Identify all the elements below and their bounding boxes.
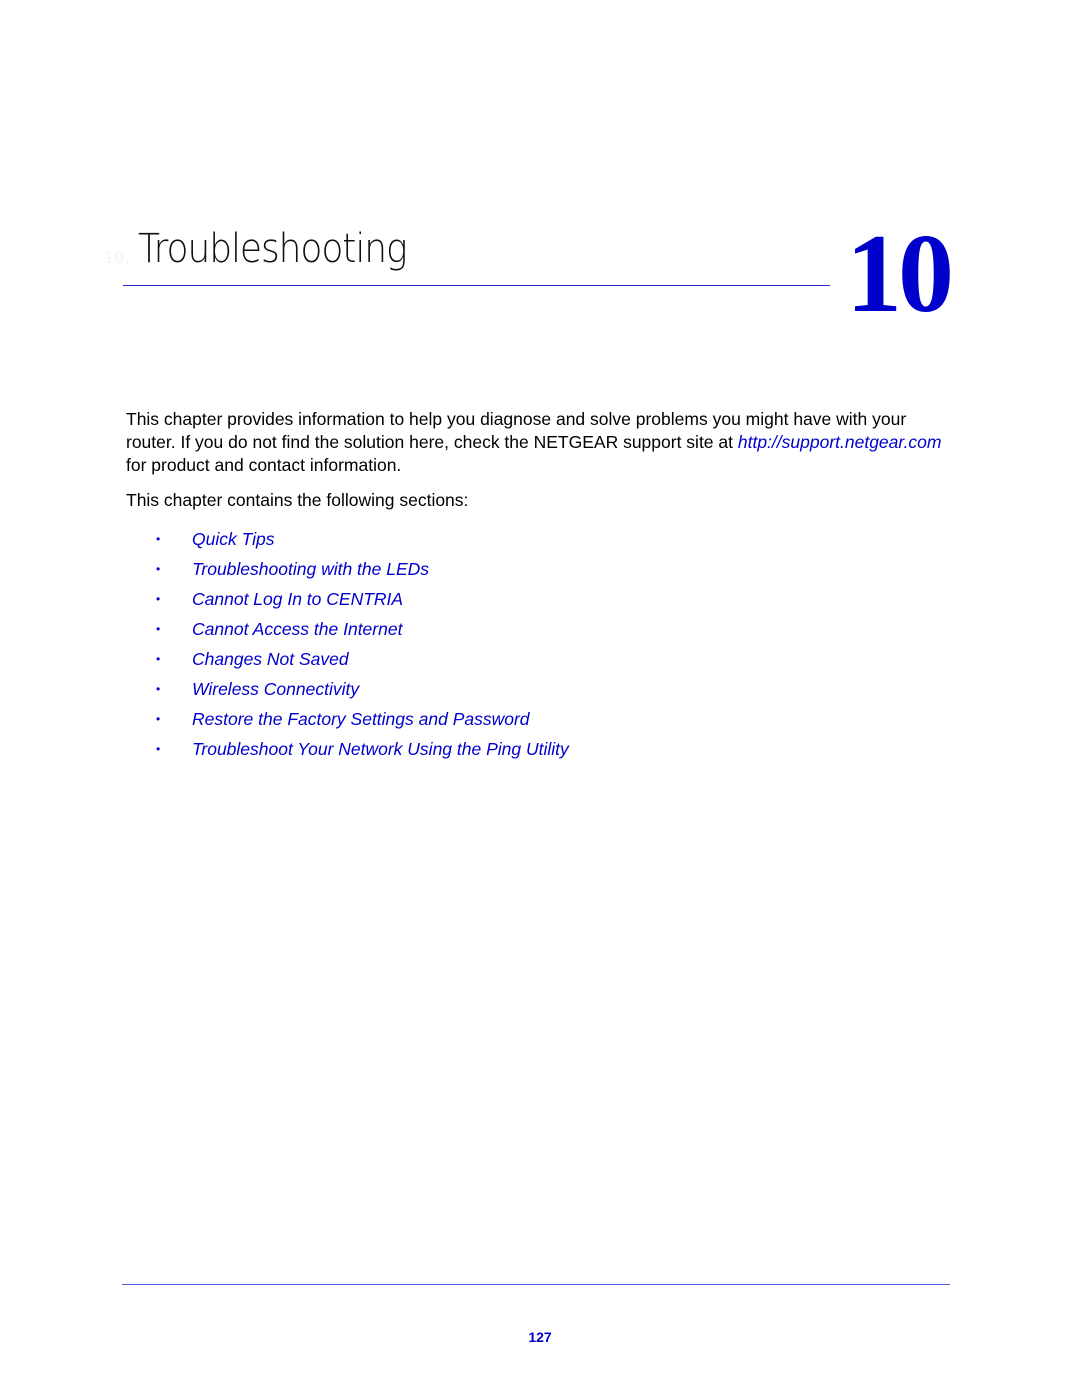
section-link-wireless-connectivity[interactable]: Wireless Connectivity bbox=[192, 679, 359, 700]
section-link-changes-not-saved[interactable]: Changes Not Saved bbox=[192, 649, 349, 670]
section-link-restore-factory[interactable]: Restore the Factory Settings and Passwor… bbox=[192, 709, 530, 730]
intro-paragraph: This chapter provides information to hel… bbox=[126, 408, 956, 477]
title-divider bbox=[123, 285, 830, 286]
bullet-icon: • bbox=[156, 532, 161, 546]
bullet-icon: • bbox=[156, 622, 161, 636]
list-item: • Restore the Factory Settings and Passwo… bbox=[126, 704, 569, 734]
chapter-title: Troubleshooting bbox=[138, 226, 408, 272]
support-link[interactable]: http://support.netgear.com bbox=[738, 432, 942, 452]
bullet-icon: • bbox=[156, 592, 161, 606]
list-item: • Cannot Access the Internet bbox=[126, 614, 569, 644]
list-item: • Cannot Log In to CENTRIA bbox=[126, 584, 569, 614]
chapter-number: 10 bbox=[846, 212, 954, 336]
bullet-icon: • bbox=[156, 712, 161, 726]
section-link-leds[interactable]: Troubleshooting with the LEDs bbox=[192, 559, 429, 580]
chapter-prefix: 10. bbox=[104, 248, 130, 267]
list-item: • Wireless Connectivity bbox=[126, 674, 569, 704]
list-item: • Troubleshooting with the LEDs bbox=[126, 554, 569, 584]
list-item: • Changes Not Saved bbox=[126, 644, 569, 674]
bullet-icon: • bbox=[156, 652, 161, 666]
bullet-icon: • bbox=[156, 562, 161, 576]
bullet-icon: • bbox=[156, 742, 161, 756]
section-link-cannot-access-internet[interactable]: Cannot Access the Internet bbox=[192, 619, 402, 640]
page-number: 127 bbox=[528, 1329, 552, 1345]
list-item: • Quick Tips bbox=[126, 524, 569, 554]
sections-intro: This chapter contains the following sect… bbox=[126, 490, 469, 510]
bullet-icon: • bbox=[156, 682, 161, 696]
intro-text-end: for product and contact information. bbox=[126, 455, 402, 475]
section-link-ping-utility[interactable]: Troubleshoot Your Network Using the Ping… bbox=[192, 739, 569, 760]
list-item: • Troubleshoot Your Network Using the Pin… bbox=[126, 734, 569, 764]
footer-divider bbox=[122, 1284, 950, 1285]
section-link-cannot-log-in[interactable]: Cannot Log In to CENTRIA bbox=[192, 589, 403, 610]
section-list: • Quick Tips • Troubleshooting with the LE… bbox=[126, 524, 569, 764]
section-link-quick-tips[interactable]: Quick Tips bbox=[192, 529, 275, 550]
